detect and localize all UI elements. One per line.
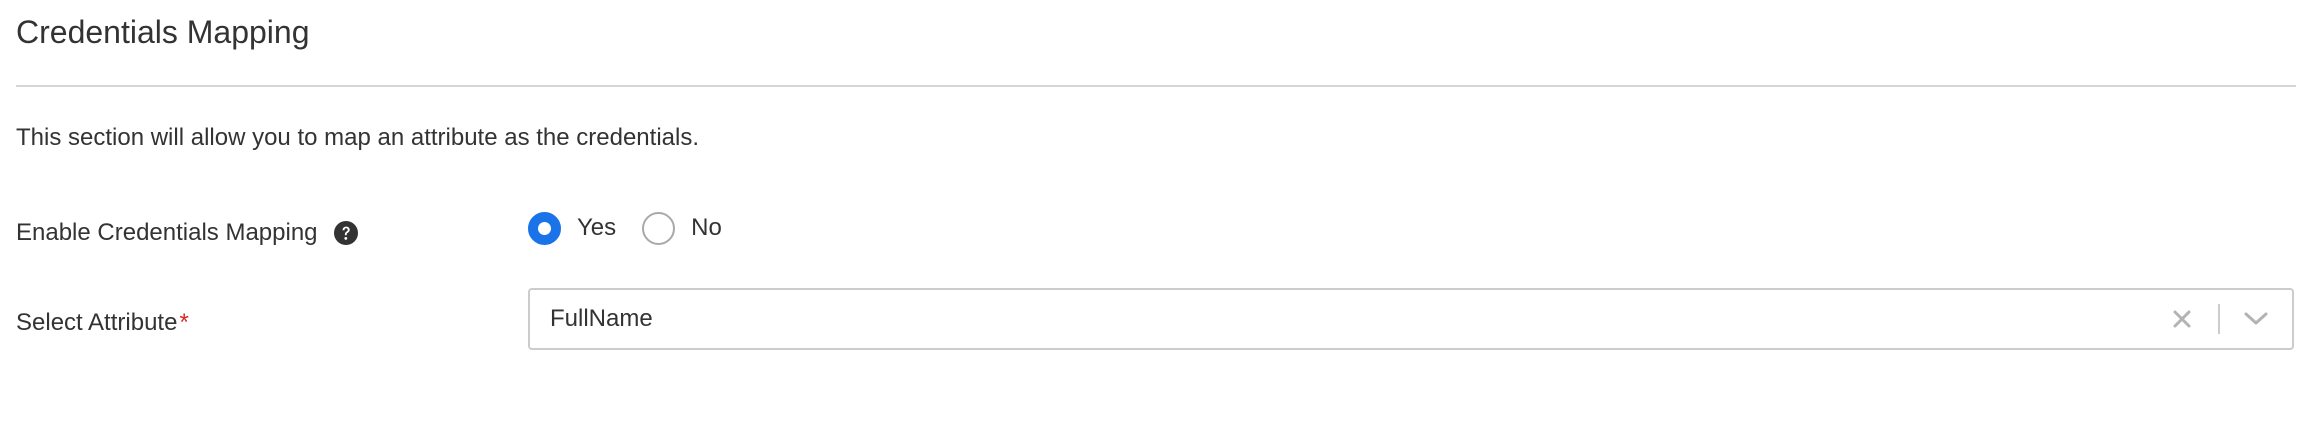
close-icon[interactable]: [2170, 307, 2194, 331]
enable-credentials-mapping-label: Enable Credentials Mapping: [16, 218, 358, 248]
radio-option-yes[interactable]: Yes: [528, 211, 617, 245]
question-circle-icon[interactable]: [333, 221, 358, 245]
radio-yes-label: Yes: [577, 214, 617, 241]
select-attribute-label-text: Select Attribute: [16, 309, 178, 336]
select-attribute-label: Select Attribute *: [16, 308, 189, 338]
select-attribute-value: FullName: [550, 305, 653, 332]
enable-credentials-mapping-radio-group: Yes No: [528, 210, 722, 246]
select-indicators: [2170, 290, 2292, 348]
credentials-mapping-section: Credentials Mapping This section will al…: [0, 0, 2312, 422]
required-marker: *: [179, 309, 189, 336]
radio-no-label: No: [691, 214, 722, 241]
indicator-separator: [2218, 304, 2220, 334]
radio-yes[interactable]: [528, 211, 561, 245]
section-description: This section will allow you to map an at…: [16, 124, 700, 151]
section-divider: [16, 85, 2296, 87]
radio-option-no[interactable]: No: [642, 211, 722, 245]
select-attribute-dropdown[interactable]: FullName: [528, 288, 2294, 350]
radio-no[interactable]: [642, 211, 676, 245]
enable-credentials-mapping-label-text: Enable Credentials Mapping: [16, 219, 318, 246]
chevron-down-icon[interactable]: [2242, 305, 2270, 333]
section-title: Credentials Mapping: [16, 14, 310, 50]
